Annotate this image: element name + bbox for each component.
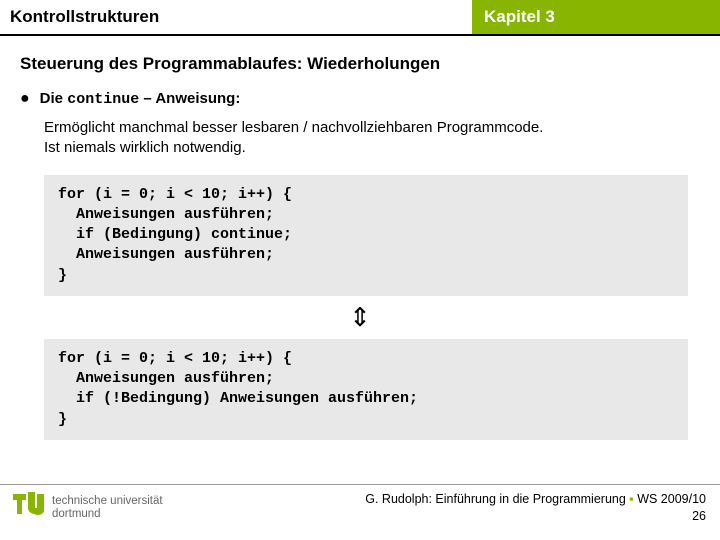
- code-block-1: for (i = 0; i < 10; i++) { Anweisungen a…: [44, 175, 688, 296]
- code-block-2: for (i = 0; i < 10; i++) { Anweisungen a…: [44, 339, 688, 440]
- footer-course: G. Rudolph: Einführung in die Programmie…: [365, 492, 626, 506]
- tu-logo-icon: [10, 491, 44, 525]
- slide-footer: technische universität dortmund G. Rudol…: [0, 484, 720, 540]
- section-title: Steuerung des Programmablaufes: Wiederho…: [20, 54, 700, 74]
- bullet-dot-icon: ●: [20, 91, 30, 107]
- bullet-item: ● Die continue – Anweisung:: [20, 90, 700, 108]
- equivalence-arrow-icon: ⇕: [20, 302, 700, 333]
- bullet-text: Die continue – Anweisung:: [40, 90, 241, 108]
- bullet-keyword: continue: [67, 91, 139, 108]
- header-left-title: Kontrollstrukturen: [0, 0, 472, 34]
- slide-header: Kontrollstrukturen Kapitel 3: [0, 0, 720, 34]
- bullet-post: – Anweisung:: [139, 90, 240, 107]
- footer-term: WS 2009/10: [637, 492, 706, 506]
- logo-line-1: technische universität: [52, 495, 163, 508]
- footer-page-number: 26: [692, 509, 706, 523]
- header-right-chapter: Kapitel 3: [472, 0, 720, 34]
- paragraph: Ermöglicht manchmal besser lesbaren / na…: [44, 118, 700, 159]
- footer-attribution: G. Rudolph: Einführung in die Programmie…: [365, 491, 706, 525]
- university-name: technische universität dortmund: [52, 495, 163, 521]
- bullet-pre: Die: [40, 90, 68, 107]
- university-logo: technische universität dortmund: [10, 491, 163, 525]
- logo-line-2: dortmund: [52, 508, 163, 521]
